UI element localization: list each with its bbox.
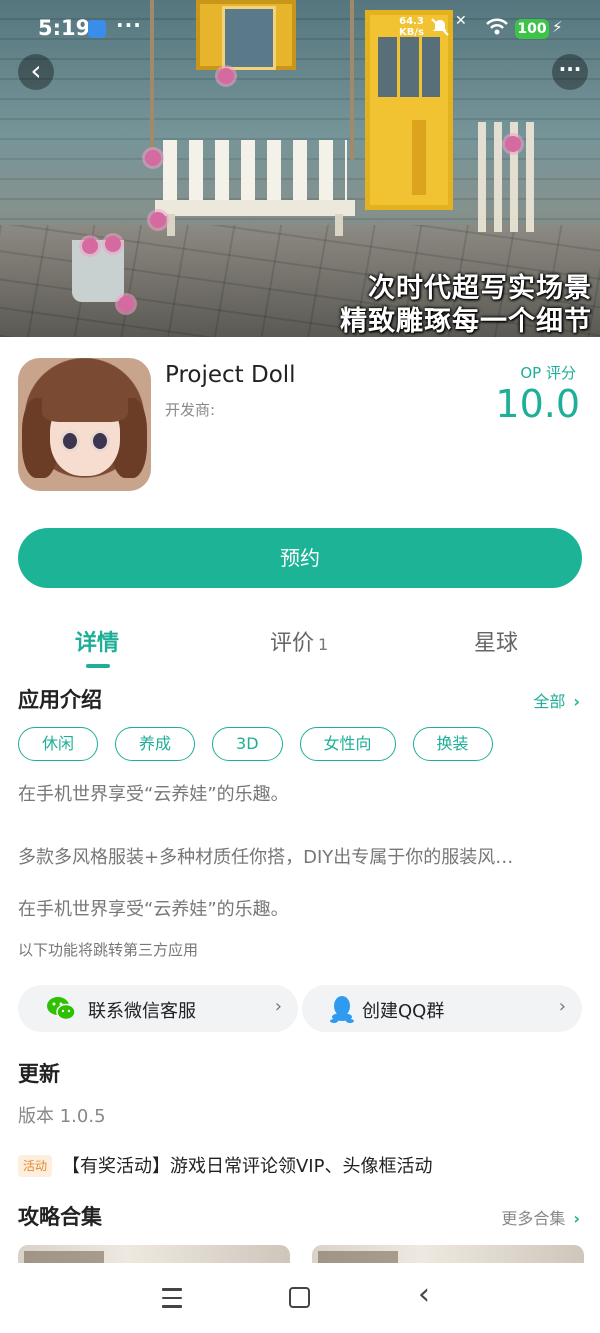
- system-nav-bar: ‹: [0, 1263, 600, 1333]
- tag-item[interactable]: 3D: [212, 727, 283, 761]
- network-speed: 64.3 KB/s: [399, 16, 424, 38]
- wifi-icon: [486, 18, 508, 35]
- create-qq-group-label: 创建QQ群: [362, 1001, 445, 1022]
- tab-planet[interactable]: 星球: [474, 625, 518, 657]
- app-name: Project Doll: [165, 362, 296, 388]
- bell-muted-icon: [431, 18, 449, 36]
- tab-details[interactable]: 详情: [75, 625, 119, 657]
- reserve-button[interactable]: 预约: [18, 528, 582, 588]
- charging-icon: ⚡: [552, 18, 563, 36]
- tag-item[interactable]: 换装: [412, 727, 493, 761]
- more-dots-icon: ···: [558, 57, 582, 81]
- status-bar: 5:19 ··· 64.3 KB/s ✕ 100 ⚡: [0, 0, 600, 58]
- intro-desc-line: 在手机世界享受“云养娃”的乐趣。: [18, 899, 289, 920]
- guide-card[interactable]: [312, 1245, 584, 1265]
- intro-desc-line: 在手机世界享受“云养娃”的乐趣。: [18, 784, 289, 805]
- tag-item[interactable]: 养成: [115, 727, 196, 761]
- network-speed-unit: KB/s: [399, 27, 424, 38]
- wechat-support-label: 联系微信客服: [88, 1001, 196, 1022]
- wechat-icon: [47, 997, 76, 1021]
- score-label: OP 评分: [520, 364, 576, 382]
- qq-icon: [330, 996, 354, 1023]
- hero-caption-line2: 精致雕琢每一个细节: [340, 306, 592, 337]
- chevron-right-icon: ›: [558, 996, 566, 1017]
- tab-reviews-count: 1: [318, 635, 329, 654]
- intro-view-all-link[interactable]: 全部 ›: [533, 688, 580, 712]
- guide-card[interactable]: [18, 1245, 290, 1265]
- battery-indicator: 100: [515, 19, 549, 39]
- update-title: 更新: [18, 1062, 60, 1086]
- score-value: 10.0: [495, 382, 580, 426]
- activity-link[interactable]: 【有奖活动】游戏日常评论领VIP、头像框活动: [62, 1152, 432, 1178]
- back-button[interactable]: ‹: [18, 54, 54, 90]
- hero-caption: 次时代超写实场景 精致雕琢每一个细节: [340, 272, 592, 337]
- chevron-right-icon: ›: [274, 996, 282, 1017]
- tag-list: 休闲 养成 3D 女性向 换装: [18, 727, 493, 761]
- version-text: 版本 1.0.5: [18, 1106, 106, 1127]
- tab-planet-label: 星球: [474, 631, 519, 656]
- network-speed-value: 64.3: [399, 16, 424, 27]
- recent-apps-button[interactable]: [162, 1288, 182, 1308]
- create-qq-group-button[interactable]: 创建QQ群 ›: [302, 985, 582, 1032]
- status-time: 5:19: [38, 16, 91, 40]
- tag-item[interactable]: 女性向: [299, 727, 396, 761]
- hero-flower: [105, 236, 121, 252]
- app-icon: [18, 358, 151, 491]
- tab-active-indicator: [86, 664, 110, 668]
- signal-off-icon: ✕: [455, 13, 467, 29]
- third-party-notice: 以下功能将跳转第三方应用: [18, 941, 199, 959]
- tab-details-label: 详情: [75, 631, 120, 656]
- chevron-right-icon: ›: [573, 1209, 580, 1228]
- activity-badge: 活动: [18, 1155, 53, 1177]
- tag-item[interactable]: 休闲: [18, 727, 99, 761]
- hero-swing-bench: [155, 140, 355, 236]
- hero-flower: [505, 136, 521, 152]
- hero-flower: [218, 68, 234, 84]
- wechat-support-button[interactable]: 联系微信客服 ›: [18, 985, 298, 1032]
- home-button[interactable]: [289, 1287, 310, 1308]
- guides-more-label: 更多合集: [501, 1209, 566, 1228]
- more-options-button[interactable]: ···: [552, 54, 588, 90]
- intro-view-all-label: 全部: [533, 692, 566, 711]
- chevron-left-icon: ‹: [30, 54, 42, 87]
- status-more-dots: ···: [116, 13, 142, 37]
- hero-flower: [82, 238, 98, 254]
- hero-flower: [145, 150, 161, 166]
- notification-app-icon: [88, 20, 106, 38]
- hero-flower: [118, 296, 134, 312]
- hero-flower: [150, 212, 166, 228]
- guides-more-link[interactable]: 更多合集 ›: [501, 1205, 580, 1229]
- hero-caption-line1: 次时代超写实场景: [368, 273, 592, 304]
- intro-title: 应用介绍: [18, 688, 102, 712]
- guides-title: 攻略合集: [18, 1205, 102, 1229]
- intro-desc-line: 多款多风格服装+多种材质任你搭，DIY出专属于你的服装风…: [18, 847, 514, 868]
- tab-reviews-label: 评价: [270, 631, 315, 656]
- system-back-button[interactable]: ‹: [418, 1277, 430, 1312]
- chevron-right-icon: ›: [573, 692, 580, 711]
- developer-label: 开发商:: [165, 401, 216, 419]
- tab-reviews[interactable]: 评价 1: [270, 625, 328, 657]
